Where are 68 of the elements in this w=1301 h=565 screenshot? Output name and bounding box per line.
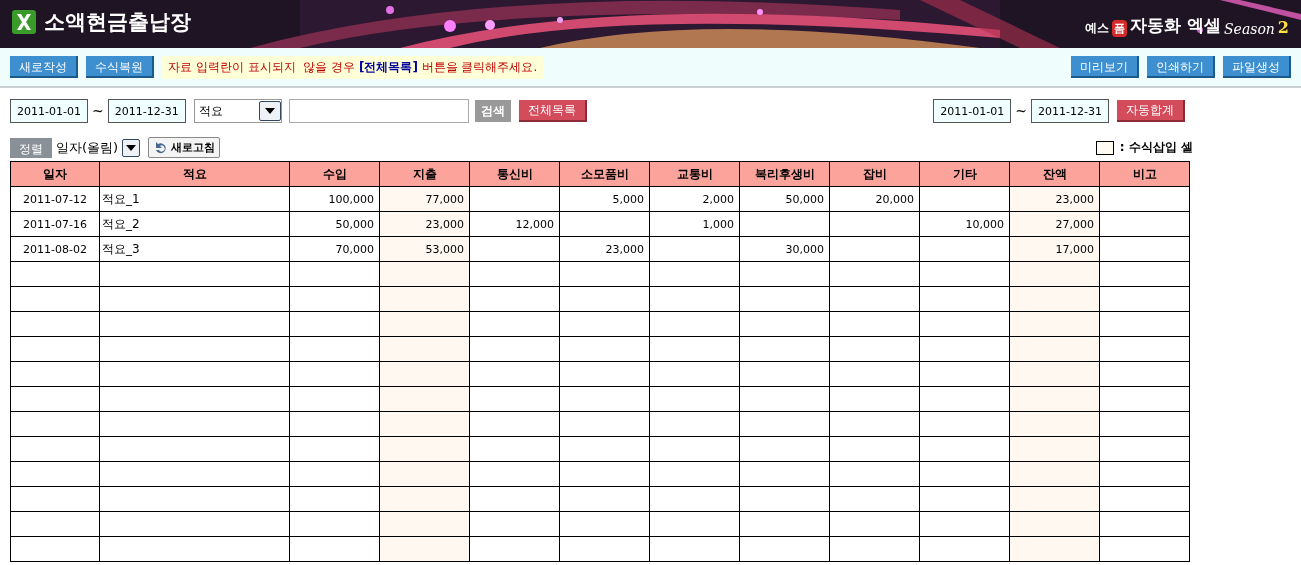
table-cell: 70,000 — [289, 236, 380, 262]
table-cell: 적요_1 — [99, 186, 290, 212]
toolbar-button[interactable]: 새로작성 — [10, 56, 78, 78]
dropdown-button[interactable] — [122, 138, 141, 157]
table-cell: 2,000 — [649, 186, 740, 212]
toolbar-button[interactable]: 파일생성 — [1223, 56, 1291, 78]
brand-number: 2 — [1277, 18, 1289, 37]
start-date-field[interactable]: 2011-01-01 — [933, 99, 1012, 123]
table-cell: 5,000 — [559, 186, 650, 212]
search-button[interactable]: 검색 — [474, 100, 511, 122]
table-cell: 2011-07-16 — [10, 211, 100, 237]
caret-icon — [126, 144, 137, 151]
column-header: 비고 — [1099, 161, 1190, 187]
table-cell: 27,000 — [1009, 211, 1100, 237]
table-cell: 23,000 — [379, 211, 470, 237]
column-header: 기타 — [919, 161, 1010, 187]
spreadsheet-logo-icon — [12, 10, 36, 34]
table-cell: 50,000 — [739, 186, 830, 212]
brand-badge: 폼 — [1112, 20, 1128, 37]
table-cell: 적요_3 — [99, 236, 290, 262]
legend-swatch — [1095, 140, 1114, 155]
table-cell: 77,000 — [379, 186, 470, 212]
column-header: 일자 — [10, 161, 100, 187]
end-date-field[interactable]: 2011-12-31 — [107, 99, 186, 123]
table-cell: 30,000 — [739, 236, 830, 262]
column-header: 잡비 — [829, 161, 920, 187]
table-cell: 1,000 — [649, 211, 740, 237]
sort-label: 정렬 — [10, 137, 52, 158]
table-cell: 2011-08-02 — [10, 236, 100, 262]
column-header: 적요 — [99, 161, 290, 187]
range-separator: ~ — [1015, 103, 1027, 119]
column-header: 잔액 — [1009, 161, 1100, 187]
toolbar-button[interactable]: 인쇄하기 — [1147, 56, 1215, 78]
table-cell: 100,000 — [289, 186, 380, 212]
caret-icon — [264, 108, 275, 114]
column-header: 지출 — [379, 161, 470, 187]
table-cell: 적요_2 — [99, 211, 290, 237]
dropdown-button[interactable] — [258, 101, 281, 121]
sort-select[interactable]: 일자(올림) — [56, 138, 119, 157]
refresh-button[interactable]: 새로고침 — [148, 137, 221, 158]
table-cell: 23,000 — [559, 236, 650, 262]
toolbar-button[interactable]: 수식복원 — [86, 56, 154, 78]
table-cell: 12,000 — [469, 211, 560, 237]
table-cell: 17,000 — [1009, 236, 1100, 262]
column-header: 교통비 — [649, 161, 740, 187]
table-cell: 53,000 — [379, 236, 470, 262]
table-cell: 23,000 — [1009, 186, 1100, 212]
column-header: 수입 — [289, 161, 380, 187]
brand-name: 자동화 엑셀 — [1130, 14, 1221, 37]
table-cell: 10,000 — [919, 211, 1010, 237]
search-field[interactable] — [288, 99, 469, 123]
legend-text: : 수식삽입 셀 — [1119, 139, 1193, 156]
start-date-field[interactable]: 2011-01-01 — [10, 99, 88, 123]
range-separator: ~ — [92, 103, 104, 119]
list-all-button[interactable]: 전체목록 — [518, 100, 587, 122]
auto-sum-button[interactable]: 자동합계 — [1117, 100, 1185, 122]
notice-text: 자료 입력란이 표시되지 않을 경우 [전체목록] 버튼을 클릭해주세요. — [162, 55, 544, 79]
brand-text: 예스 — [1085, 20, 1110, 37]
table-cell: 20,000 — [829, 186, 920, 212]
table-cell: 50,000 — [289, 211, 380, 237]
column-header: 소모품비 — [559, 161, 650, 187]
column-header: 복리후생비 — [739, 161, 830, 187]
toolbar-button[interactable]: 미리보기 — [1071, 56, 1139, 78]
table-cell: 2011-07-12 — [10, 186, 100, 212]
app-title: 소액현금출납장 — [44, 9, 191, 36]
brand-season: Season — [1224, 21, 1275, 37]
column-header: 통신비 — [469, 161, 560, 187]
end-date-field[interactable]: 2011-12-31 — [1031, 99, 1109, 123]
